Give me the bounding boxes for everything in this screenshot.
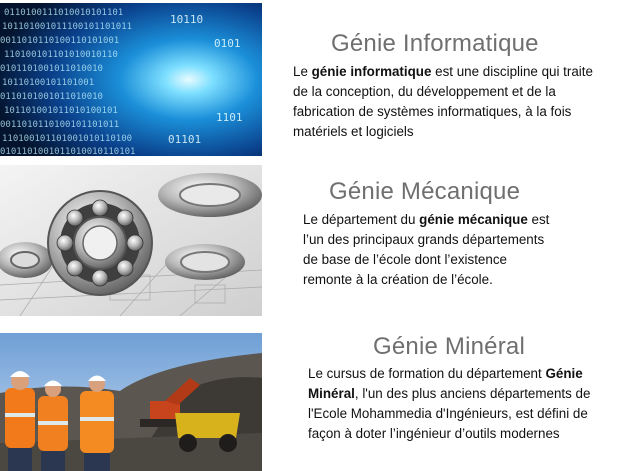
svg-text:110100101101010010110: 110100101101010010110 <box>4 50 118 60</box>
svg-text:0110101001011010010: 0110101001011010010 <box>0 92 103 102</box>
svg-text:01101: 01101 <box>168 133 201 146</box>
section-title: Génie Mécanique <box>329 178 521 205</box>
svg-text:0101: 0101 <box>214 37 241 50</box>
mining-workers-image <box>0 333 262 471</box>
description-text: Le cursus de formation du département <box>308 366 546 381</box>
svg-text:0101101001011010010110101: 0101101001011010010110101 <box>0 147 135 156</box>
section-title: Génie Informatique <box>331 30 539 57</box>
svg-text:0011010110100110101001: 0011010110100110101001 <box>0 36 119 46</box>
description-text: Le <box>293 64 312 79</box>
description-keyword: génie informatique <box>311 64 432 79</box>
svg-text:101101001011010100101: 101101001011010100101 <box>4 106 118 116</box>
svg-text:0011010110100101101011: 0011010110100101101011 <box>0 120 119 130</box>
description-keyword: génie mécanique <box>419 212 528 227</box>
svg-text:101101001011100101101011: 101101001011100101101011 <box>2 22 132 32</box>
svg-text:0101101001011010010: 0101101001011010010 <box>0 64 103 74</box>
svg-text:1101: 1101 <box>216 111 243 124</box>
binary-tunnel-image: 0110100111010010101101 10110100101110010… <box>0 3 262 156</box>
svg-text:10110: 10110 <box>170 13 203 26</box>
section-title: Génie Minéral <box>373 333 526 360</box>
section-description: Le cursus de formation du département Gé… <box>308 364 596 444</box>
svg-text:0110100111010010101101: 0110100111010010101101 <box>4 8 123 18</box>
ball-bearings-image <box>0 165 262 316</box>
section-description: Le département du génie mécanique est l’… <box>303 210 551 290</box>
section-description: Le génie informatique est une discipline… <box>293 62 598 142</box>
description-text: Le département du <box>303 212 420 227</box>
svg-text:10110100101101001: 10110100101101001 <box>2 78 94 88</box>
svg-text:110100101101001010110100: 110100101101001010110100 <box>2 134 132 144</box>
